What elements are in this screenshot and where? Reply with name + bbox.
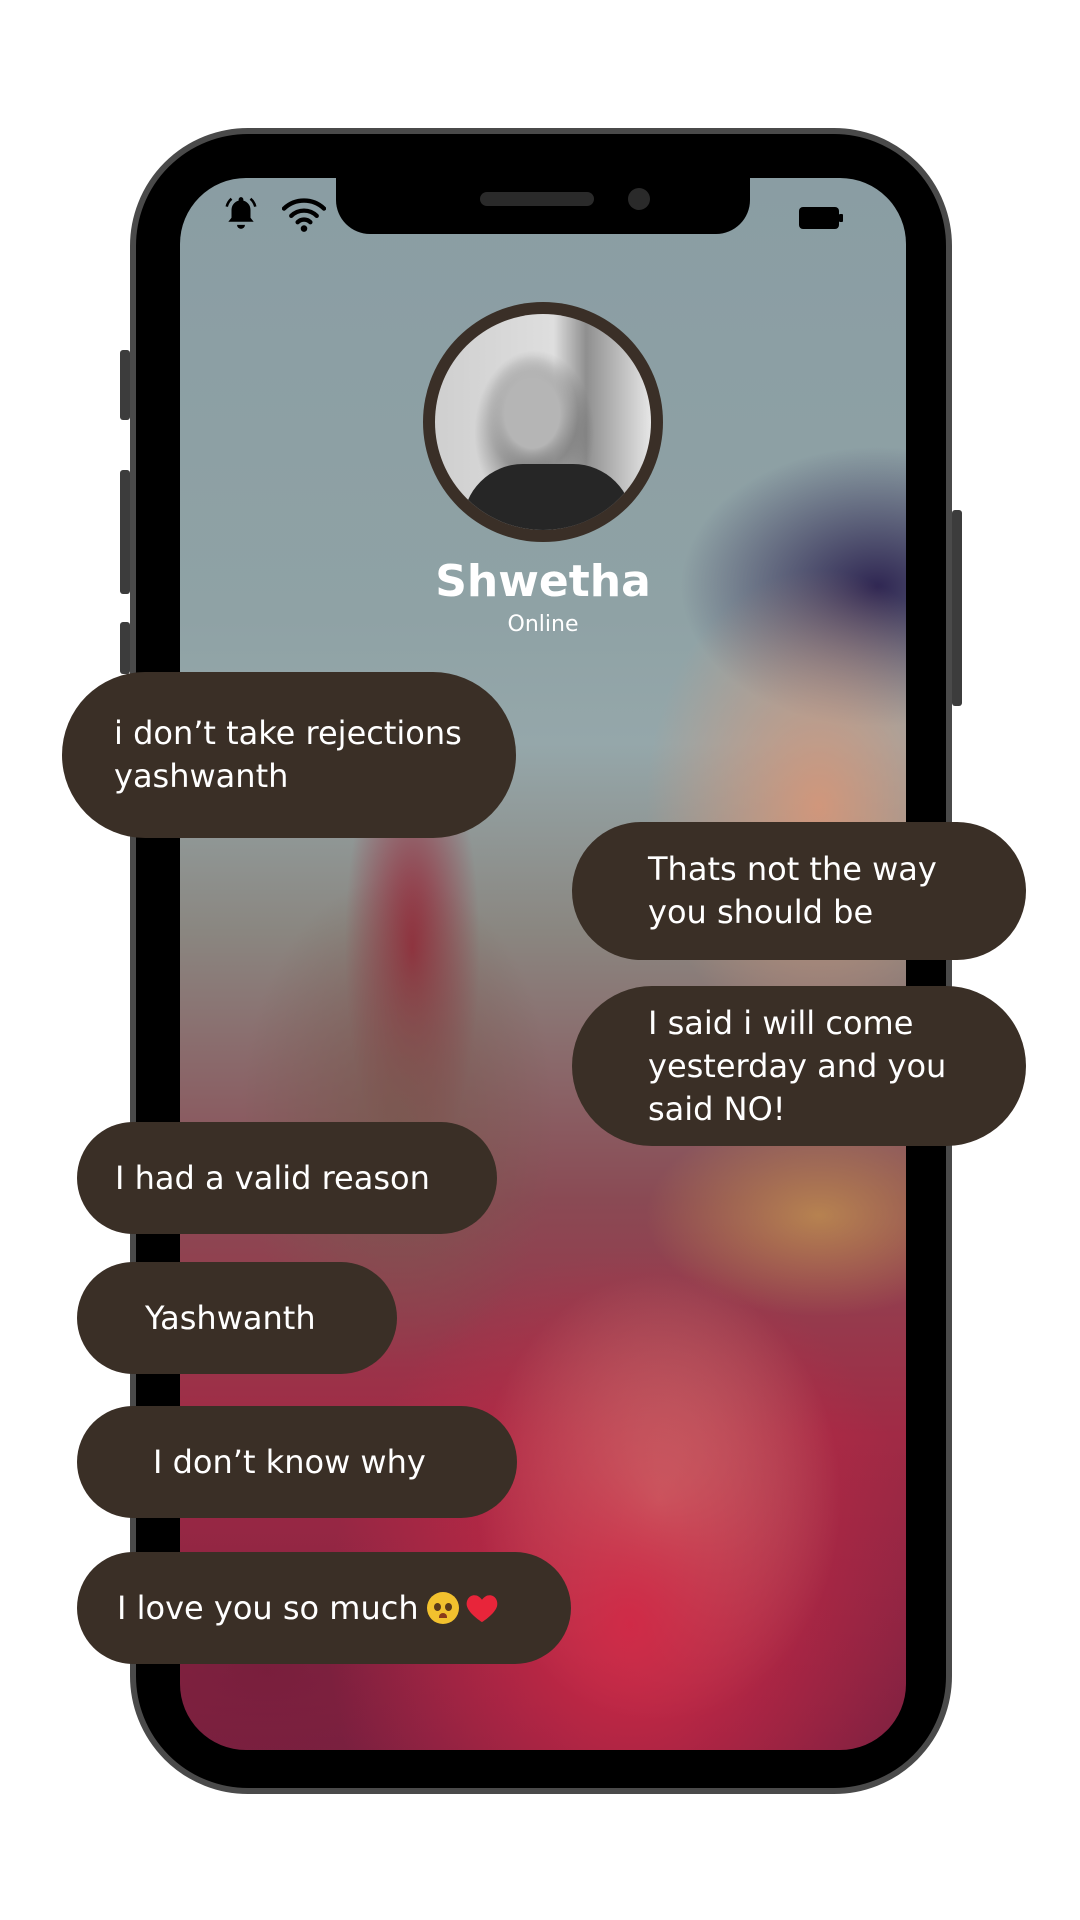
message-bubble-received[interactable]: i don’t take rejections yashwanth bbox=[62, 672, 516, 838]
pleading-face-emoji bbox=[426, 1591, 459, 1624]
earpiece-speaker bbox=[480, 192, 594, 206]
message-bubble-received[interactable]: I love you so much bbox=[77, 1552, 571, 1664]
bell-icon bbox=[225, 197, 257, 229]
volume-up-button bbox=[120, 470, 130, 594]
avatar-shoulders bbox=[463, 464, 633, 530]
message-bubble-sent[interactable]: Thats not the way you should be bbox=[572, 822, 1026, 960]
wifi-icon bbox=[282, 198, 326, 232]
red-heart-emoji bbox=[466, 1594, 497, 1622]
message-text-content: I love you so much bbox=[117, 1588, 419, 1627]
message-text: Yashwanth bbox=[145, 1298, 316, 1337]
message-text: I had a valid reason bbox=[115, 1158, 430, 1197]
message-bubble-received[interactable]: I don’t know why bbox=[77, 1406, 517, 1518]
message-bubble-received[interactable]: Yashwanth bbox=[77, 1262, 397, 1374]
message-bubble-sent[interactable]: I said i will come yesterday and you sai… bbox=[572, 986, 1026, 1146]
contact-avatar[interactable] bbox=[423, 302, 663, 542]
message-text: I said i will come yesterday and you sai… bbox=[648, 1003, 947, 1128]
front-camera bbox=[628, 188, 650, 210]
message-text: I love you so much bbox=[117, 1587, 499, 1630]
mute-switch bbox=[120, 350, 130, 420]
battery-icon bbox=[799, 207, 843, 229]
contact-status: Online bbox=[507, 612, 579, 637]
message-text: i don’t take rejections yashwanth bbox=[114, 714, 462, 795]
message-text: I don’t know why bbox=[153, 1442, 426, 1481]
avatar-photo bbox=[435, 314, 651, 530]
power-button bbox=[952, 510, 962, 706]
message-bubble-received[interactable]: I had a valid reason bbox=[77, 1122, 497, 1234]
message-text: Thats not the way you should be bbox=[648, 850, 937, 931]
contact-name[interactable]: Shwetha bbox=[343, 556, 743, 607]
volume-down-button bbox=[120, 622, 130, 674]
